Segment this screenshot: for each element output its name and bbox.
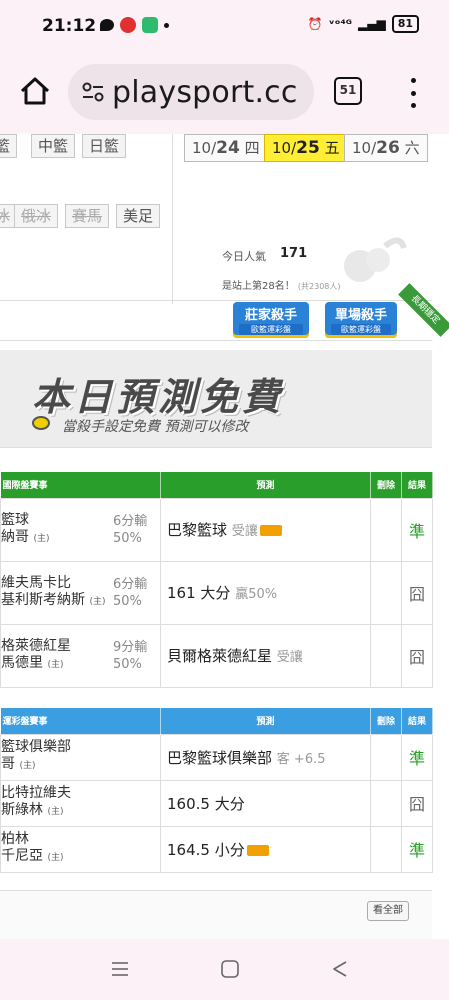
table-row: 比特拉維夫 斯綠林 (主) 160.5 大分 囧: [0, 779, 433, 827]
result-cell: 囧: [401, 779, 433, 827]
divider: [0, 340, 432, 341]
chip-league-1[interactable]: 籃: [0, 134, 18, 158]
delete-cell[interactable]: [370, 779, 402, 827]
table-row: 籃球俱樂部哥 (主) 巴黎籃球俱樂部 客 +6.5 準: [0, 733, 433, 781]
system-icons: ⏰ ᵛᵒ⁴ᴳ ▂▄▆ 81: [308, 15, 419, 33]
see-all-button[interactable]: 看全部: [367, 901, 409, 921]
popularity-label: 今日人氣: [222, 250, 266, 263]
prediction-cell: 160.5 大分: [160, 779, 371, 827]
table-row: 柏林 千尼亞 (主) 164.5 小分 準: [0, 825, 433, 873]
match-cell[interactable]: 維夫馬卡比 基利斯考納斯 (主) 6分輸 50%: [0, 560, 161, 625]
match-cell[interactable]: 籃球 納哥 (主) 6分輸 50%: [0, 497, 161, 562]
recent-apps-icon[interactable]: [110, 959, 130, 979]
page-content: 籃 中籃 日籃 冰 俄冰 賽馬 美足 10/24 四 10/25 五 10/26…: [0, 134, 449, 939]
rank-text: 是站上第28名！ (共2308人): [222, 281, 341, 292]
prediction-cell: 161 大分 贏50%: [160, 560, 371, 625]
match-cell[interactable]: 比特拉維夫 斯綠林 (主): [0, 779, 161, 827]
divider: [172, 134, 173, 304]
delete-cell[interactable]: [370, 623, 402, 688]
alarm-icon: ⏰: [307, 17, 323, 31]
match-cell[interactable]: 柏林 千尼亞 (主): [0, 825, 161, 873]
prediction-cell: 164.5 小分: [160, 825, 371, 873]
prediction-cell: 巴黎籃球 受讓: [160, 497, 371, 562]
column-header: 結果: [401, 472, 433, 498]
system-nav-bar: [0, 939, 449, 1000]
table-row: 維夫馬卡比 基利斯考納斯 (主) 6分輸 50% 161 大分 贏50% 囧: [0, 560, 433, 625]
chip-league-2[interactable]: 中籃: [31, 134, 76, 158]
browser-toolbar: playsport.cc 51: [0, 52, 449, 134]
lottery-predictions-table: 運彩盤賽事 預測 刪除 結果 籃球俱樂部哥 (主) 巴黎籃球俱樂部 客 +6.5…: [0, 708, 433, 873]
column-header: 國際盤賽事: [0, 472, 161, 498]
column-header: 運彩盤賽事: [0, 708, 161, 734]
banner-title: 本日預測免費: [32, 374, 285, 419]
result-cell: 準: [401, 733, 433, 781]
chip-sport-4[interactable]: 美足: [116, 204, 161, 228]
signal-icon: ▂▄▆: [358, 17, 386, 31]
column-header: 刪除: [370, 708, 402, 734]
result-cell: 囧: [401, 560, 433, 625]
overflow-menu-icon[interactable]: [408, 78, 418, 108]
prediction-cell: 貝爾格萊德紅星 受讓: [160, 623, 371, 688]
chat-icon: [100, 19, 114, 31]
result-cell: 囧: [401, 623, 433, 688]
result-cell: 準: [401, 497, 433, 562]
divider: [0, 300, 432, 301]
popularity-value: 171: [280, 246, 308, 261]
url-text: playsport.cc: [112, 74, 298, 110]
app-red-icon: [120, 17, 136, 33]
date-tab-26[interactable]: 10/26 六: [344, 134, 428, 162]
dealer-killer-badge[interactable]: 莊家殺手 歐籃運彩盤: [233, 302, 309, 338]
tab-switcher-button[interactable]: 51: [334, 77, 362, 105]
battery-icon: 81: [391, 15, 419, 33]
app-green-icon: [142, 17, 158, 33]
table-header: 國際盤賽事 預測 刪除 結果: [0, 472, 433, 498]
banner-subtitle: 當殺手設定免費 預測可以修改: [62, 419, 249, 435]
hot-tag-icon: [246, 844, 269, 856]
notification-icons: [100, 17, 169, 33]
home-nav-icon[interactable]: [220, 959, 240, 979]
hot-tag-icon: [259, 525, 282, 536]
site-settings-icon[interactable]: [82, 82, 104, 102]
status-bar: 21:12 ⏰ ᵛᵒ⁴ᴳ ▂▄▆ 81: [0, 0, 449, 52]
date-tab-25[interactable]: 10/25 五: [264, 134, 348, 162]
chip-sport-3[interactable]: 賽馬: [65, 204, 110, 228]
bulb-icon: [32, 416, 50, 430]
date-tab-24[interactable]: 10/24 四: [184, 134, 268, 162]
single-killer-badge[interactable]: 單場殺手 歐籃運彩盤: [325, 302, 397, 338]
network-label: ᵛᵒ⁴ᴳ: [328, 17, 352, 31]
status-time: 21:12: [42, 16, 97, 36]
column-header: 預測: [160, 708, 371, 734]
mascot-icon: [344, 237, 407, 282]
back-icon[interactable]: [330, 959, 350, 979]
table-row: 籃球 納哥 (主) 6分輸 50% 巴黎籃球 受讓 準: [0, 497, 433, 562]
table-header: 運彩盤賽事 預測 刪除 結果: [0, 708, 433, 734]
match-cell[interactable]: 格萊德紅星 馬德里 (主) 9分輸 50%: [0, 623, 161, 688]
prediction-cell: 巴黎籃球俱樂部 客 +6.5: [160, 733, 371, 781]
chip-sport-2[interactable]: 俄冰: [14, 204, 59, 228]
delete-cell[interactable]: [370, 825, 402, 873]
delete-cell[interactable]: [370, 733, 402, 781]
address-bar[interactable]: playsport.cc: [68, 64, 314, 120]
chip-league-3[interactable]: 日籃: [82, 134, 127, 158]
column-header: 預測: [160, 472, 371, 498]
home-icon[interactable]: [18, 74, 52, 108]
more-dot-icon: [164, 22, 169, 28]
table-row: 格萊德紅星 馬德里 (主) 9分輸 50% 貝爾格萊德紅星 受讓 囧: [0, 623, 433, 688]
delete-cell[interactable]: [370, 497, 402, 562]
match-cell[interactable]: 籃球俱樂部哥 (主): [0, 733, 161, 781]
column-header: 刪除: [370, 472, 402, 498]
column-header: 結果: [401, 708, 433, 734]
delete-cell[interactable]: [370, 560, 402, 625]
stable-ribbon: 長期穩定: [398, 283, 449, 337]
result-cell: 準: [401, 825, 433, 873]
intl-predictions-table: 國際盤賽事 預測 刪除 結果 籃球 納哥 (主) 6分輸 50% 巴黎籃球 受讓 準 …: [0, 472, 433, 688]
